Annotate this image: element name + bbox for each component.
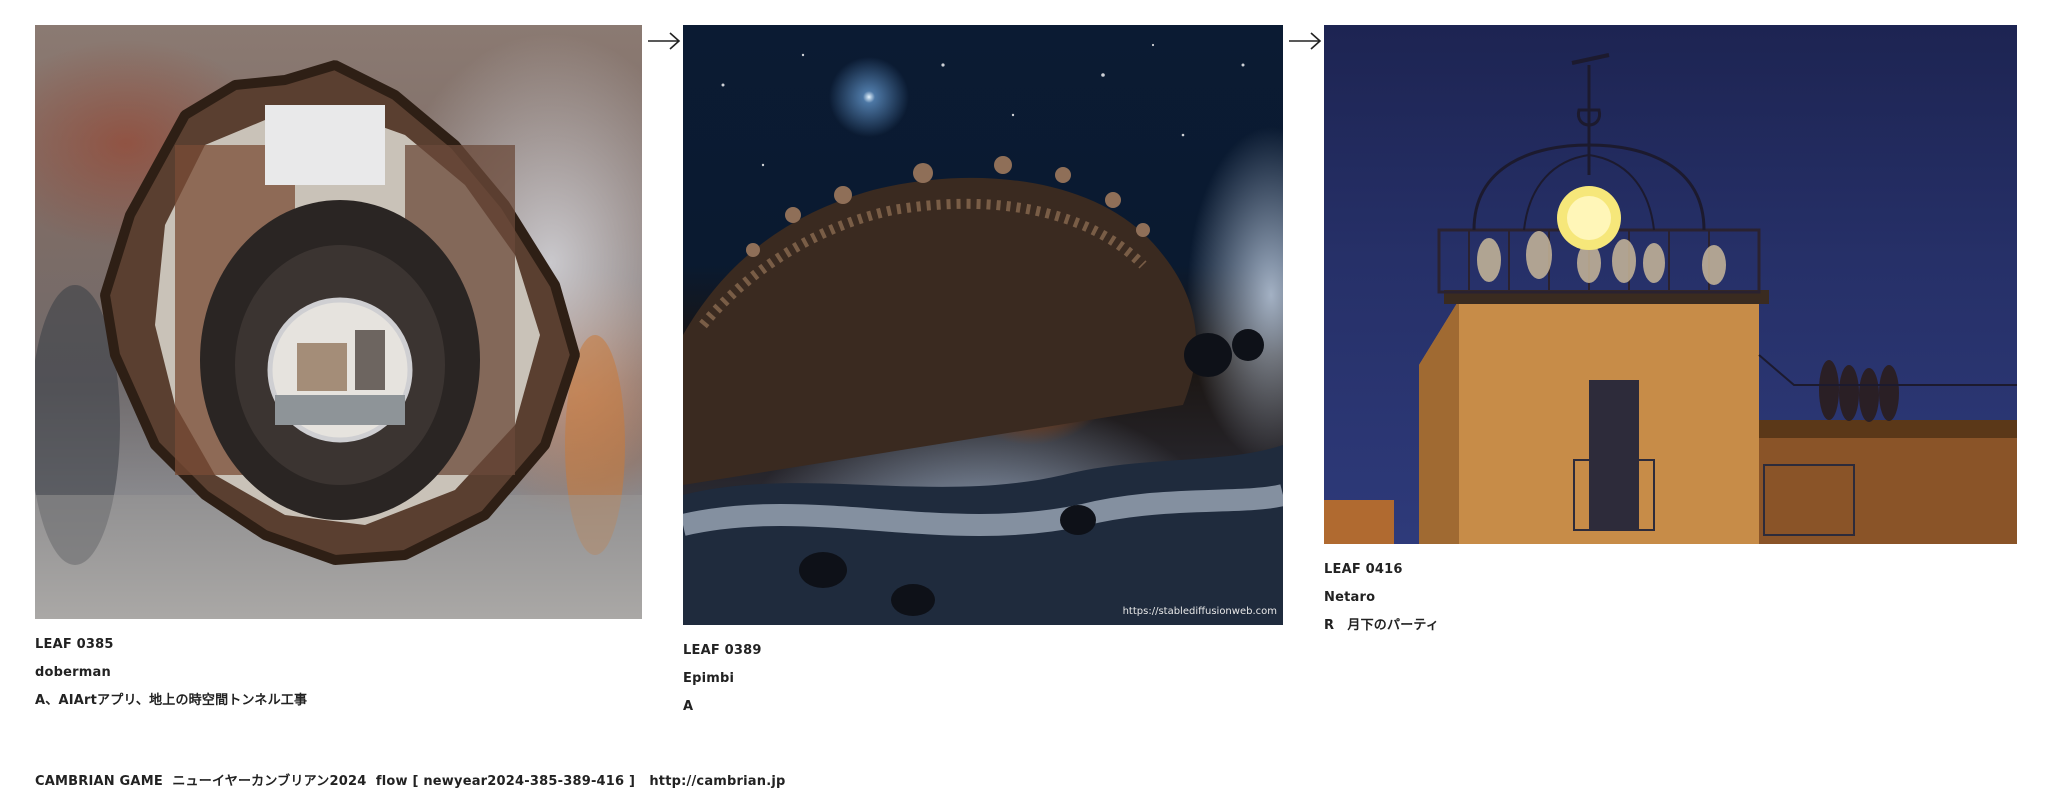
leaf-image-0385[interactable] <box>35 25 642 619</box>
leaf-card-0389: https://stablediffusionweb.com LEAF 0389… <box>683 25 1283 721</box>
footer-link[interactable]: http://cambrian.jp <box>649 774 785 789</box>
tunnel-hole-illustration <box>35 60 642 619</box>
leaf-author[interactable]: Netaro <box>1324 584 2017 612</box>
leaf-number: LEAF 0389 <box>683 643 762 658</box>
footer: CAMBRIAN GAME ニューイヤーカンブリアン2024 flow [ ne… <box>35 770 786 789</box>
leaf-author[interactable]: Epimbi <box>683 665 1283 693</box>
leaf-author[interactable]: doberman <box>35 659 642 687</box>
leaf-card-0416: LEAF 0416 Netaro R 月下のパーティ <box>1324 25 2017 640</box>
footer-text: CAMBRIAN GAME ニューイヤーカンブリアン2024 flow [ ne… <box>35 774 636 789</box>
leaf-number: LEAF 0385 <box>35 637 114 652</box>
leaf-caption: A、AIArtアプリ、地上の時空間トンネル工事 <box>35 693 308 708</box>
leaf-number: LEAF 0416 <box>1324 562 1403 577</box>
cosmic-cave-illustration <box>683 43 1283 625</box>
leaf-caption: R 月下のパーティ <box>1324 618 1440 633</box>
leaf-card-0385: LEAF 0385 doberman A、AIArtアプリ、地上の時空間トンネル… <box>35 25 642 715</box>
night-rooftop-illustration <box>1324 53 2017 544</box>
leaf-image-0416[interactable] <box>1324 25 2017 544</box>
leaf-caption: A <box>683 699 694 714</box>
leaf-image-0389[interactable]: https://stablediffusionweb.com <box>683 25 1283 625</box>
arrow-right-icon <box>1289 32 1322 50</box>
arrow-right-icon <box>648 32 681 50</box>
image-credit: https://stablediffusionweb.com <box>1122 606 1277 617</box>
